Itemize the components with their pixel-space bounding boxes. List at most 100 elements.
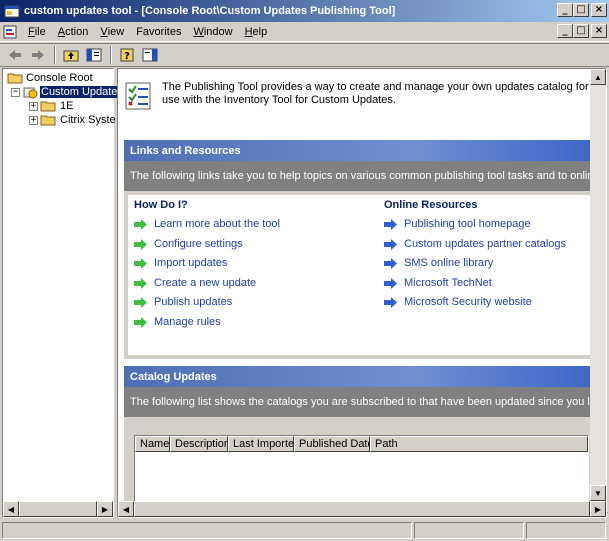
folder-icon bbox=[40, 115, 56, 126]
blue-arrow-icon bbox=[384, 218, 397, 230]
blue-arrow-icon bbox=[384, 238, 397, 250]
intro-banner: The Publishing Tool provides a way to cr… bbox=[124, 81, 594, 111]
help-book-icon: ? bbox=[120, 48, 134, 62]
svg-text:?: ? bbox=[124, 51, 130, 62]
green-arrow-icon bbox=[134, 316, 147, 328]
back-arrow-icon bbox=[9, 50, 21, 60]
maximize-button[interactable]: □ bbox=[573, 3, 589, 17]
link-configure-settings[interactable]: Configure settings bbox=[134, 237, 243, 251]
status-cell-main bbox=[2, 522, 412, 539]
link-publishing-homepage[interactable]: Publishing tool homepage bbox=[384, 217, 531, 231]
blue-arrow-icon bbox=[384, 257, 397, 269]
mdi-window-buttons: _ □ × bbox=[557, 24, 607, 38]
link-manage-rules[interactable]: Manage rules bbox=[134, 315, 221, 329]
link-security-website[interactable]: Microsoft Security website bbox=[384, 295, 532, 309]
tree-item-1e[interactable]: + 1E bbox=[29, 99, 73, 113]
catalog-list-header: Name Description Last Imported Published… bbox=[135, 436, 588, 452]
minimize-button[interactable]: _ bbox=[557, 3, 573, 17]
action-pane-button[interactable] bbox=[139, 45, 161, 65]
scroll-thumb[interactable] bbox=[19, 501, 97, 517]
links-section: Links and Resources The following links … bbox=[124, 139, 606, 359]
details-vertical-scrollbar[interactable]: ▲ ▼ bbox=[590, 69, 606, 501]
scroll-left-button[interactable]: ◀ bbox=[118, 501, 134, 517]
menu-action[interactable]: Action bbox=[52, 26, 95, 38]
up-one-level-button[interactable] bbox=[60, 45, 82, 65]
custom-updates-icon bbox=[23, 87, 38, 99]
mdi-restore-button[interactable]: □ bbox=[573, 24, 589, 38]
catalog-description: The following list shows the catalogs yo… bbox=[124, 387, 606, 417]
scroll-thumb[interactable] bbox=[134, 501, 590, 517]
link-partner-catalogs[interactable]: Custom updates partner catalogs bbox=[384, 237, 566, 251]
tree-horizontal-scrollbar[interactable]: ◀ ▶ bbox=[3, 501, 113, 517]
column-name[interactable]: Name bbox=[135, 436, 170, 452]
online-resources-title: Online Resources bbox=[384, 199, 478, 211]
column-description[interactable]: Description bbox=[170, 436, 230, 452]
tree-item-citrix[interactable]: + Citrix Syste bbox=[29, 113, 116, 127]
tree-item-custom-updates[interactable]: − Custom Update bbox=[11, 85, 119, 99]
link-technet[interactable]: Microsoft TechNet bbox=[384, 276, 492, 290]
folder-up-icon bbox=[63, 50, 79, 62]
title-bar: custom updates tool - [Console Root\Cust… bbox=[0, 0, 609, 22]
menu-help[interactable]: Help bbox=[239, 26, 274, 38]
link-import-updates[interactable]: Import updates bbox=[134, 256, 227, 270]
expand-toggle[interactable]: + bbox=[29, 115, 38, 125]
menu-bar: File Action View Favorites Window Help bbox=[0, 22, 609, 42]
folder-icon bbox=[7, 73, 23, 84]
catalog-section-header: Catalog Updates bbox=[124, 365, 606, 387]
status-cell-secondary bbox=[414, 522, 524, 539]
show-hide-tree-button[interactable] bbox=[83, 45, 105, 65]
mdi-minimize-button[interactable]: _ bbox=[557, 24, 573, 38]
folder-icon bbox=[40, 101, 56, 112]
scroll-left-button[interactable]: ◀ bbox=[3, 501, 19, 517]
column-path[interactable]: Path bbox=[370, 436, 588, 452]
menu-window[interactable]: Window bbox=[187, 26, 238, 38]
toolbar-separator bbox=[110, 46, 112, 64]
scroll-track[interactable] bbox=[590, 85, 606, 485]
green-arrow-icon bbox=[134, 257, 147, 269]
details-pane: The Publishing Tool provides a way to cr… bbox=[117, 68, 607, 518]
console-tree-pane: Console Root − Custom Update + 1E + Citr… bbox=[2, 68, 119, 518]
scroll-right-button[interactable]: ▶ bbox=[590, 501, 606, 517]
toolbar-separator bbox=[54, 46, 56, 64]
green-arrow-icon bbox=[134, 238, 147, 250]
console-tree-icon bbox=[86, 48, 102, 62]
column-last-imported[interactable]: Last Imported bbox=[228, 436, 300, 452]
how-do-i-title: How Do I? bbox=[134, 199, 188, 211]
green-arrow-icon bbox=[134, 277, 147, 289]
green-arrow-icon bbox=[134, 218, 147, 230]
links-body: How Do I? Online Resources Learn more ab… bbox=[128, 195, 604, 355]
tree-item-console-root[interactable]: Console Root bbox=[7, 71, 93, 85]
scroll-up-button[interactable]: ▲ bbox=[590, 69, 606, 85]
catalog-section: Catalog Updates The following list shows… bbox=[124, 365, 606, 517]
document-icon[interactable] bbox=[2, 24, 18, 40]
intro-text: The Publishing Tool provides a way to cr… bbox=[162, 81, 589, 106]
forward-arrow-icon bbox=[32, 50, 44, 60]
blue-arrow-icon bbox=[384, 277, 397, 289]
link-sms-library[interactable]: SMS online library bbox=[384, 256, 493, 270]
menu-view[interactable]: View bbox=[94, 26, 130, 38]
details-horizontal-scrollbar[interactable]: ◀ ▶ bbox=[118, 501, 606, 517]
collapse-toggle[interactable]: − bbox=[11, 87, 20, 97]
blue-arrow-icon bbox=[384, 296, 397, 308]
pane-icon bbox=[142, 48, 158, 62]
help-button[interactable]: ? bbox=[116, 45, 138, 65]
column-published-date[interactable]: Published Date bbox=[294, 436, 374, 452]
console-app-icon bbox=[4, 5, 20, 18]
close-button[interactable]: × bbox=[591, 3, 607, 17]
green-arrow-icon bbox=[134, 296, 147, 308]
menu-favorites[interactable]: Favorites bbox=[130, 26, 187, 38]
links-section-header: Links and Resources bbox=[124, 139, 606, 161]
link-publish-updates[interactable]: Publish updates bbox=[134, 295, 232, 309]
link-learn-more[interactable]: Learn more about the tool bbox=[134, 217, 280, 231]
link-create-update[interactable]: Create a new update bbox=[134, 276, 256, 290]
publishing-tool-icon bbox=[125, 82, 151, 110]
scroll-right-button[interactable]: ▶ bbox=[97, 501, 113, 517]
scroll-down-button[interactable]: ▼ bbox=[590, 485, 606, 501]
mdi-close-button[interactable]: × bbox=[591, 24, 607, 38]
status-cell-tertiary bbox=[526, 522, 606, 539]
forward-button[interactable] bbox=[27, 45, 49, 65]
back-button[interactable] bbox=[4, 45, 26, 65]
expand-toggle[interactable]: + bbox=[29, 101, 38, 111]
links-description: The following links take you to help top… bbox=[124, 161, 606, 191]
menu-file[interactable]: File bbox=[22, 26, 52, 38]
